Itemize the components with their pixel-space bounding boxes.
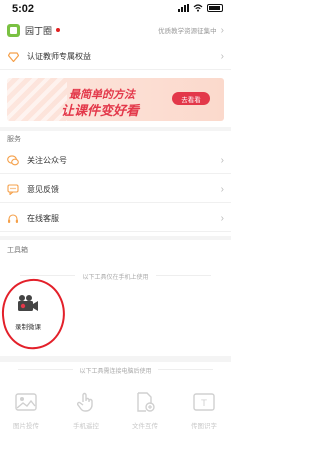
tool-label: 图片投传 <box>13 423 39 430</box>
ocr-icon: T <box>193 392 215 417</box>
tool-label: 传图识字 <box>191 423 217 430</box>
toolbox-title: 工具箱 <box>7 247 28 254</box>
wifi-icon <box>193 4 203 12</box>
remote-control-icon <box>76 392 95 417</box>
chevron-right-icon: › <box>220 213 224 224</box>
red-annotation-circle <box>0 274 70 354</box>
signal-icon <box>178 4 189 12</box>
service-item-feedback[interactable]: 意见反馈 › <box>0 177 231 203</box>
section-gap <box>0 356 231 362</box>
tool-ocr[interactable]: T 传图识字 <box>184 392 224 430</box>
image-upload-icon <box>15 392 37 417</box>
chevron-right-icon: › <box>220 184 224 195</box>
tool-label: 手机遥控 <box>73 423 99 430</box>
status-time: 5:02 <box>12 3 35 15</box>
service-label: 在线客服 <box>27 214 59 223</box>
status-icons <box>178 4 223 12</box>
headset-icon <box>7 213 19 225</box>
certify-label: 认证教师专属权益 <box>27 52 91 61</box>
notification-dot <box>56 28 61 32</box>
tool-label: 文件互传 <box>132 423 158 430</box>
app-header[interactable]: 园丁圈 优质教学资源征集中 › <box>0 18 231 42</box>
service-item-wechat[interactable]: 关注公众号 › <box>0 148 231 174</box>
status-bar: 5:02 <box>0 0 231 18</box>
app-name: 园丁圈 <box>25 25 53 36</box>
app-slogan[interactable]: 优质教学资源征集中 <box>158 25 217 35</box>
svg-text:T: T <box>200 399 207 409</box>
service-item-support[interactable]: 在线客服 › <box>0 206 231 232</box>
service-label: 意见反馈 <box>27 185 59 194</box>
section-gap <box>0 236 231 240</box>
tool-image-upload[interactable]: 图片投传 <box>6 392 46 430</box>
pc-connect-note: 以下工具需连接电脑后使用 <box>79 369 152 375</box>
tool-file-transfer[interactable]: 文件互传 <box>125 392 165 430</box>
banner-line-2: 让课件变好看 <box>61 103 140 118</box>
section-gap <box>0 127 231 131</box>
chevron-right-icon: › <box>220 24 224 36</box>
chevron-right-icon: › <box>220 155 224 166</box>
file-transfer-icon <box>135 392 155 417</box>
service-label: 关注公众号 <box>27 156 67 165</box>
diamond-icon <box>7 51 19 63</box>
tool-remote-control[interactable]: 手机遥控 <box>66 392 106 430</box>
certify-teacher-row[interactable]: 认证教师专属权益 › <box>0 44 231 70</box>
chevron-right-icon: › <box>220 51 224 62</box>
banner-go-button[interactable]: 去看看 <box>172 92 210 105</box>
battery-icon <box>207 4 223 12</box>
banner-decoration <box>7 78 67 121</box>
services-title: 服务 <box>7 136 21 143</box>
app-logo-icon <box>7 23 20 37</box>
feedback-icon <box>7 184 19 196</box>
wechat-icon <box>7 155 19 167</box>
promo-banner[interactable]: 最简单的方法 让课件变好看 去看看 <box>7 78 224 121</box>
